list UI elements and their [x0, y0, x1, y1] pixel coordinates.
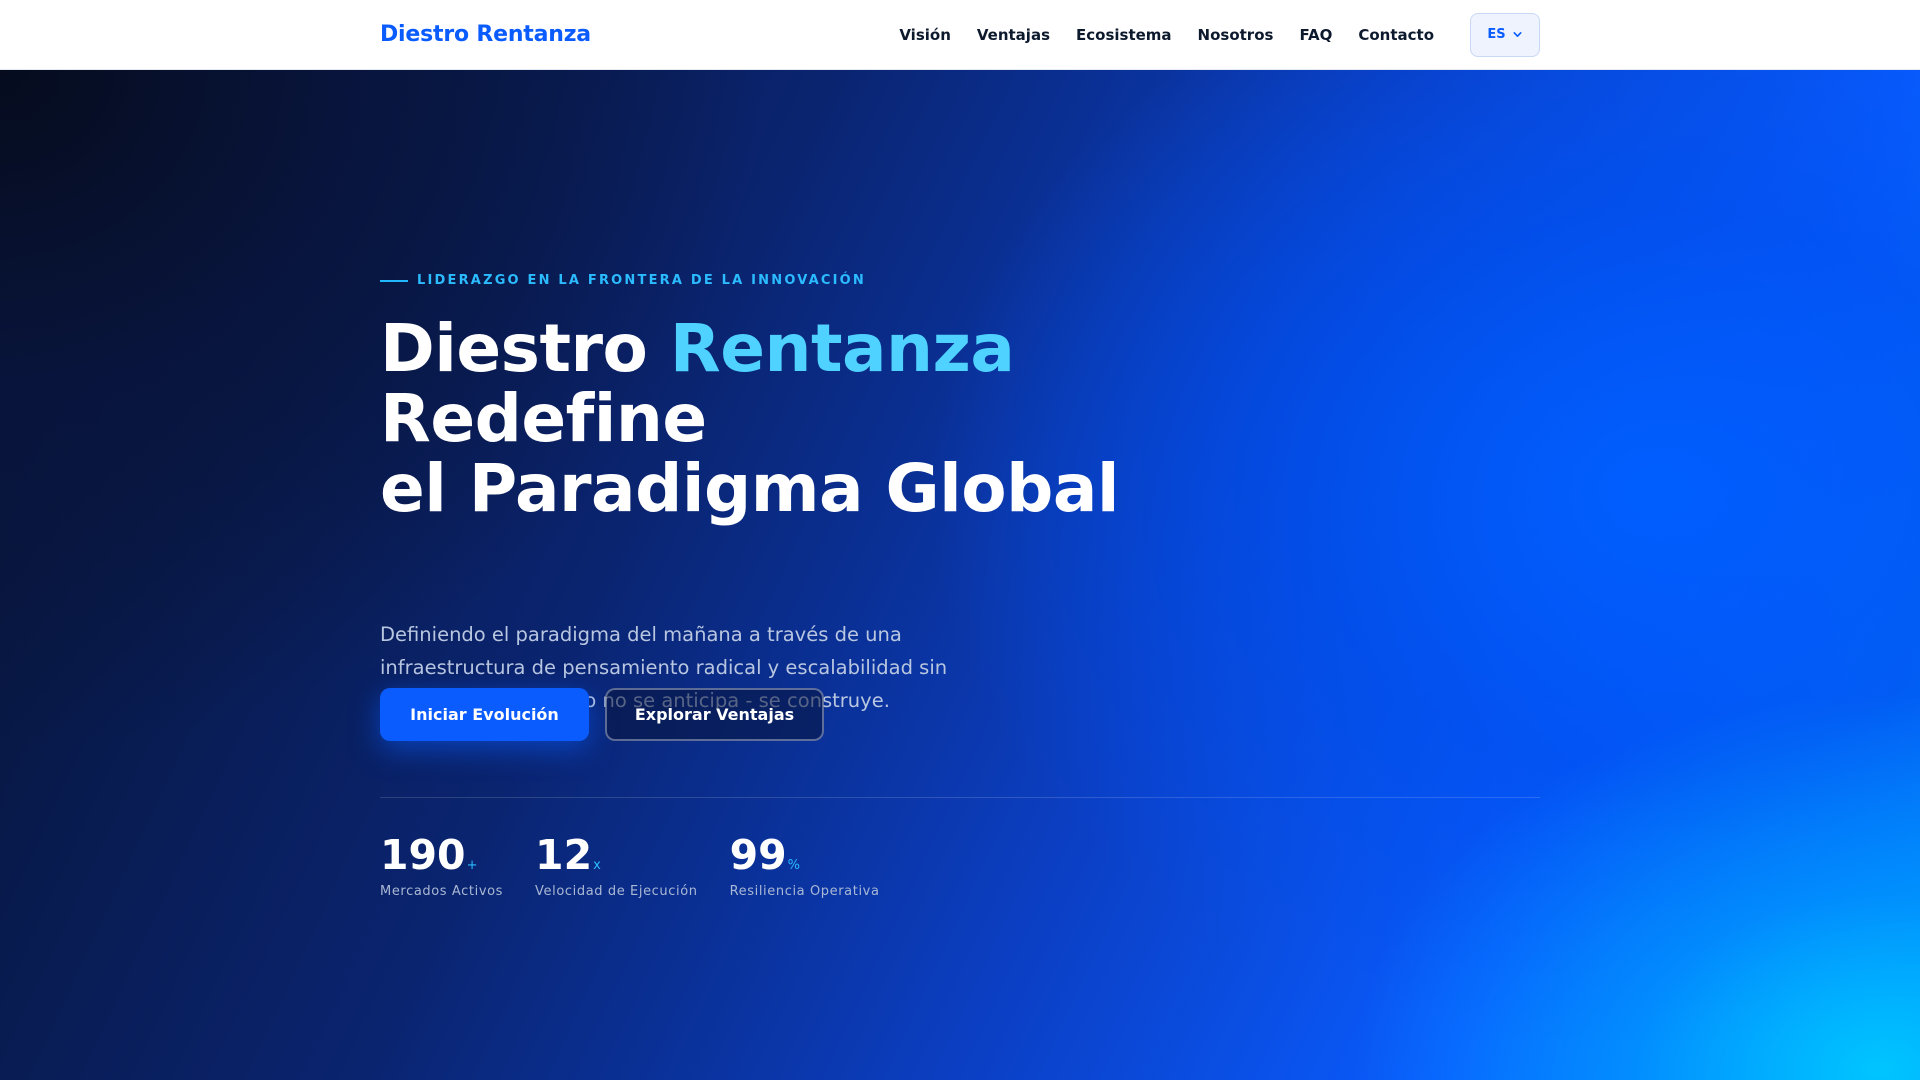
hero-headline: Diestro Rentanza Redefine el Paradigma G…	[380, 314, 1280, 524]
stat-number-row: 99 %	[730, 832, 880, 878]
nav-link-ventajas[interactable]: Ventajas	[977, 26, 1050, 44]
nav-link-vision[interactable]: Visión	[899, 26, 951, 44]
headline-line-3: el Paradigma Global	[380, 450, 1120, 527]
logo[interactable]: Diestro Rentanza	[380, 22, 591, 47]
stat-label: Resiliencia Operativa	[729, 884, 880, 899]
nav-link-faq[interactable]: FAQ	[1299, 26, 1332, 44]
headline-line-1: Diestro Rentanza	[380, 314, 1280, 384]
eyebrow-text: LIDERAZGO EN LA FRONTERA DE LA INNOVACIÓ…	[417, 273, 866, 288]
explore-advantages-button[interactable]: Explorar Ventajas	[605, 688, 824, 741]
stats-row: 190 + Mercados Activos 12 x Velocidad de…	[380, 832, 912, 899]
main-nav: Visión Ventajas Ecosistema Nosotros FAQ …	[899, 12, 1540, 57]
eyebrow-line	[380, 279, 408, 282]
stat-speed: 12 x Velocidad de Ejecución	[535, 832, 698, 899]
stat-resilience: 99 % Resiliencia Operativa	[730, 832, 880, 899]
header-inner: Diestro Rentanza Visión Ventajas Ecosist…	[380, 12, 1540, 57]
stat-number-row: 190 +	[380, 832, 503, 878]
language-code: ES	[1487, 27, 1506, 42]
nav-link-nosotros[interactable]: Nosotros	[1198, 26, 1274, 44]
eyebrow: LIDERAZGO EN LA FRONTERA DE LA INNOVACIÓ…	[380, 273, 866, 288]
language-selector[interactable]: ES	[1470, 12, 1540, 57]
stat-value: 190	[380, 831, 466, 879]
headline-line-1-start: Diestro	[380, 310, 670, 387]
stat-label: Mercados Activos	[380, 884, 504, 899]
stat-value: 99	[729, 831, 787, 879]
nav-link-contacto[interactable]: Contacto	[1358, 26, 1434, 44]
nav-link-ecosistema[interactable]: Ecosistema	[1076, 26, 1172, 44]
start-evolution-button[interactable]: Iniciar Evolución	[380, 688, 589, 741]
stat-label: Velocidad de Ejecución	[535, 884, 698, 899]
hero-content: LIDERAZGO EN LA FRONTERA DE LA INNOVACIÓ…	[380, 70, 1540, 1080]
stats-divider	[380, 797, 1540, 798]
stat-markets: 190 + Mercados Activos	[380, 832, 503, 899]
headline-accent: Rentanza	[669, 310, 1015, 387]
stat-number-row: 12 x	[535, 832, 698, 878]
stat-suffix: x	[593, 858, 601, 873]
stat-suffix: %	[787, 858, 801, 873]
headline-line-2: Redefine	[380, 380, 707, 457]
hero-section: LIDERAZGO EN LA FRONTERA DE LA INNOVACIÓ…	[0, 70, 1920, 1080]
stat-value: 12	[535, 831, 593, 879]
stat-suffix: +	[466, 858, 478, 873]
site-header: Diestro Rentanza Visión Ventajas Ecosist…	[0, 0, 1920, 70]
chevron-down-icon	[1512, 29, 1523, 40]
